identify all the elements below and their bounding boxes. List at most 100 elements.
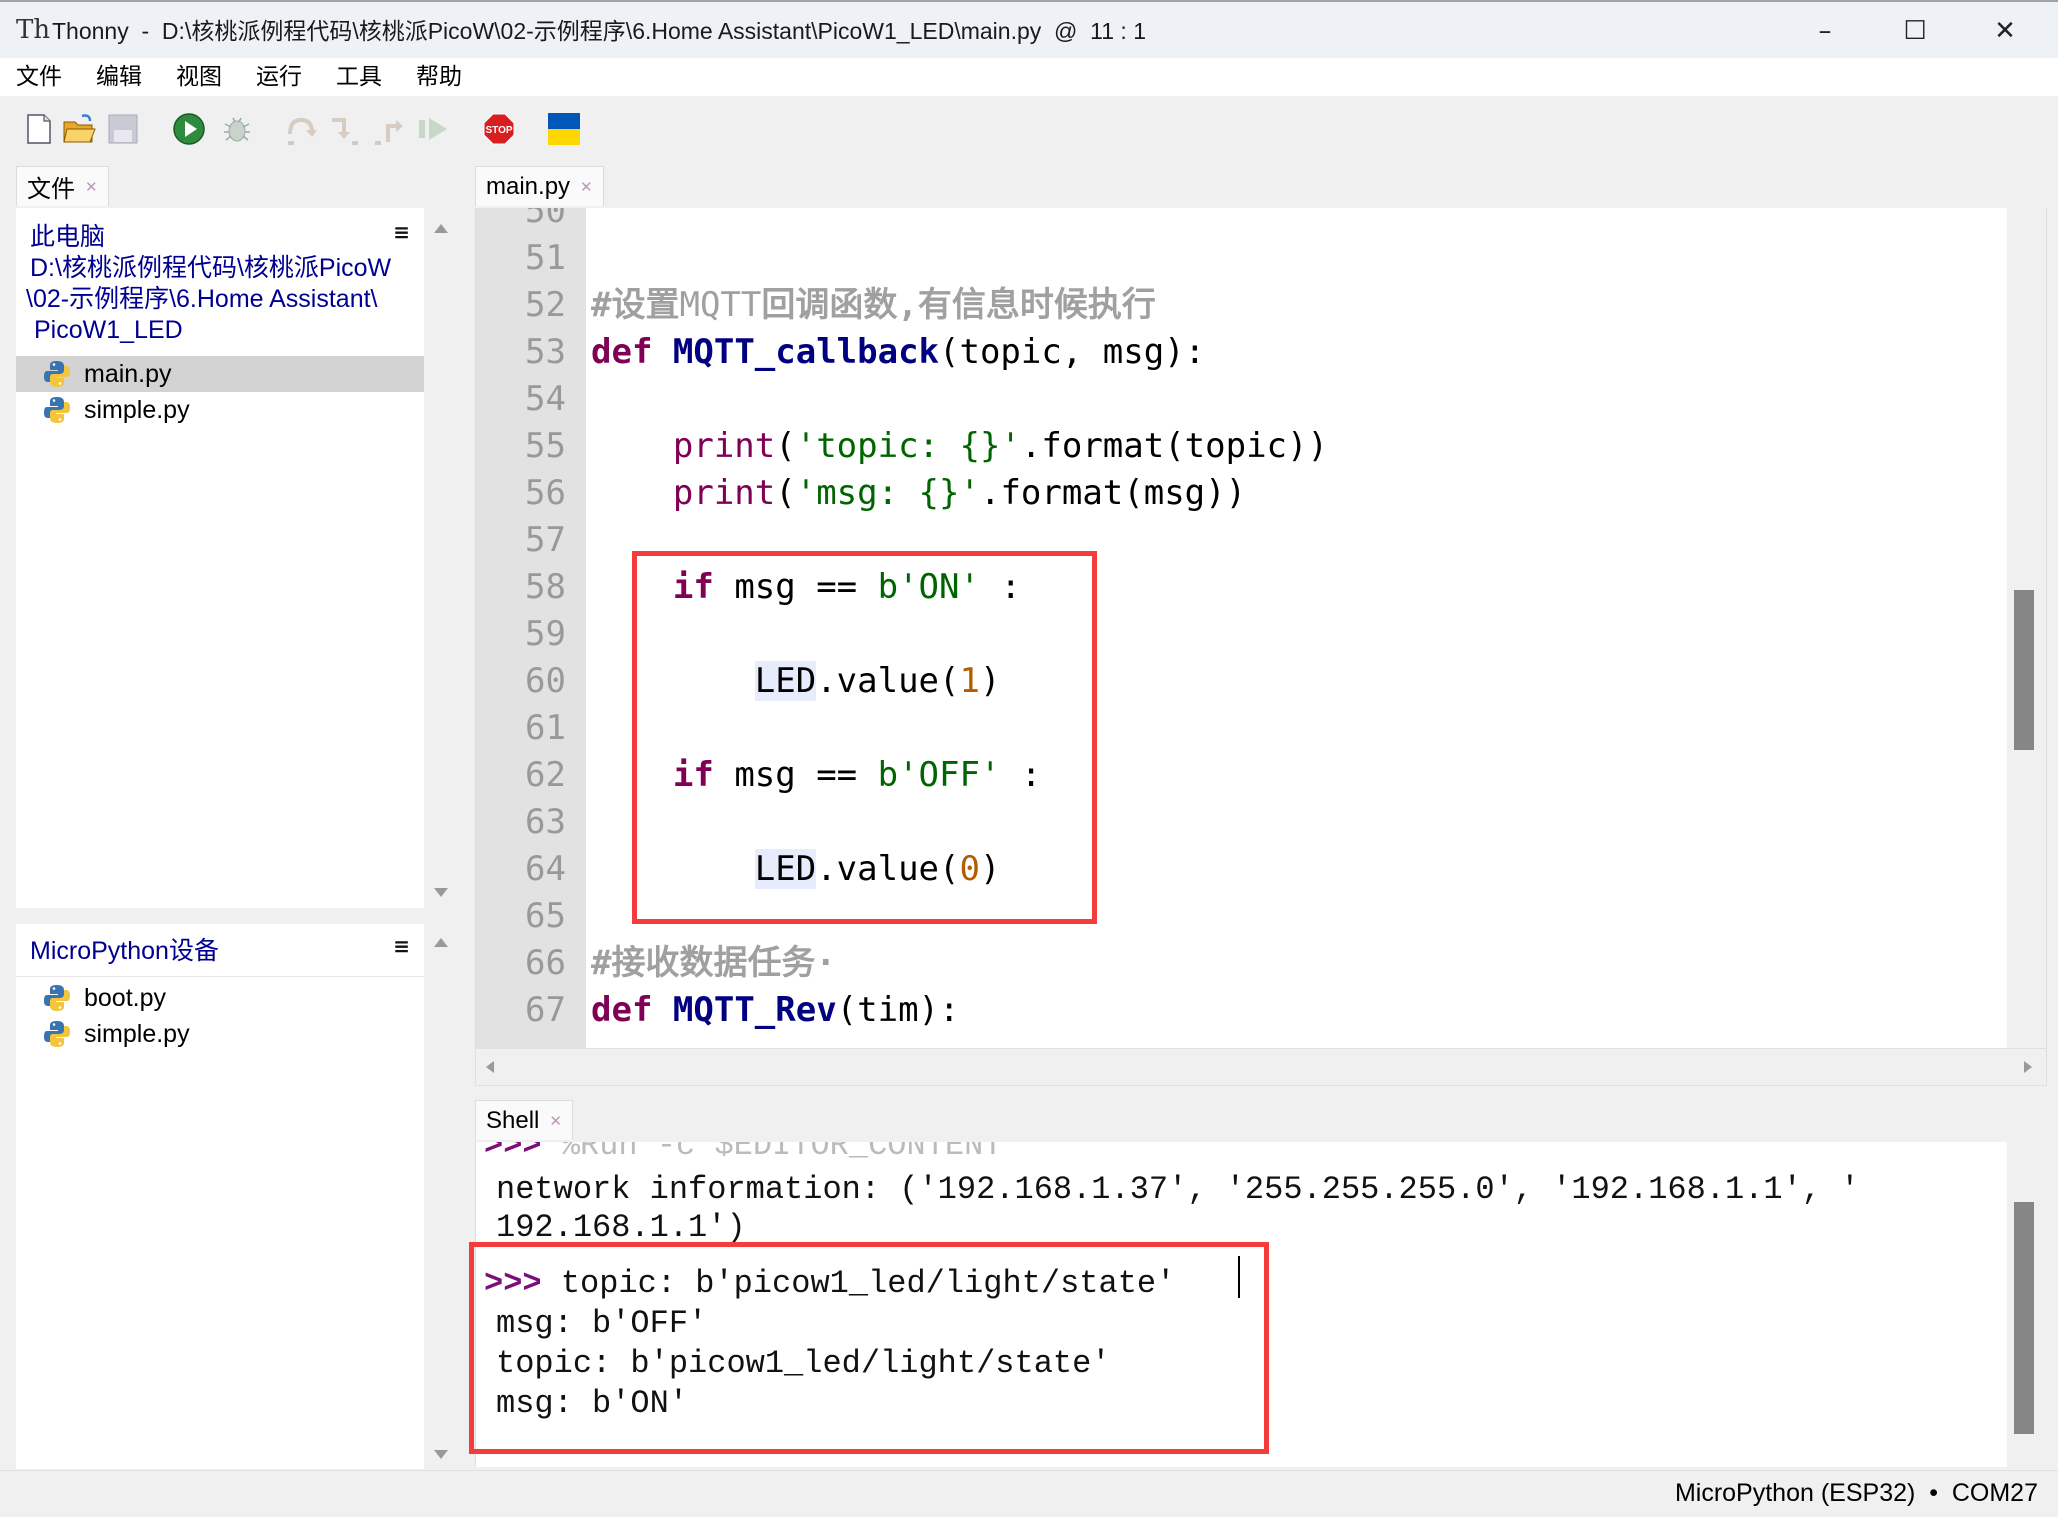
code-line: 66 #接收数据任务· xyxy=(476,940,2007,987)
shell-line: >>> %Run -c $EDITOR_CONTENT xyxy=(484,1142,1002,1166)
code-line: 56 print('msg: {}'.format(msg)) xyxy=(476,470,2007,517)
python-file-icon xyxy=(44,361,70,387)
shell-scroll-thumb[interactable] xyxy=(2014,1202,2034,1434)
interpreter-status[interactable]: MicroPython (ESP32) • COM27 xyxy=(1675,1479,2038,1508)
stop-label: STOP xyxy=(485,125,512,136)
line-number: 56 xyxy=(525,473,566,513)
comment: #接收数据任务· xyxy=(591,943,836,983)
menu-run[interactable]: 运行 xyxy=(254,58,304,96)
line-number: 64 xyxy=(525,849,566,889)
tab-shell[interactable]: Shell ✕ xyxy=(475,1100,573,1140)
ukraine-flag-icon[interactable] xyxy=(546,111,582,147)
line-number: 59 xyxy=(525,614,566,654)
file-name: main.py xyxy=(84,359,172,388)
title-bar: Th Thonny - D:\核桃派例程代码\核桃派PicoW\02-示例程序\… xyxy=(0,0,2058,58)
editor-horizontal-scrollbar[interactable] xyxy=(475,1048,2047,1086)
tab-files[interactable]: 文件 ✕ xyxy=(16,166,109,206)
scroll-down-icon[interactable] xyxy=(434,1450,448,1459)
device-file-boot-py[interactable]: boot.py xyxy=(16,980,424,1016)
python-file-icon xyxy=(44,397,70,423)
code-line: 55 print('topic: {}'.format(topic)) xyxy=(476,423,2007,470)
code-text: .format(msg)) xyxy=(979,473,1247,513)
comment: 回调函数,有信息时候执行 xyxy=(761,285,1156,325)
line-number: 63 xyxy=(525,802,566,842)
code-line: 50 xyxy=(476,208,2007,235)
maximize-button[interactable]: ☐ xyxy=(1870,8,1960,54)
files-scrollbar[interactable] xyxy=(426,208,456,908)
line-number: 50 xyxy=(525,208,566,231)
keyword: def xyxy=(591,332,653,372)
debug-icon[interactable] xyxy=(220,112,254,146)
shell-prompt: >>> xyxy=(484,1142,542,1164)
line-number: 65 xyxy=(525,896,566,936)
code-text: (topic, msg): xyxy=(939,332,1206,372)
function-name: MQTT_callback xyxy=(672,332,940,372)
scroll-right-icon[interactable] xyxy=(2024,1061,2032,1073)
minimize-button[interactable]: – xyxy=(1780,8,1870,54)
tab-main-py[interactable]: main.py ✕ xyxy=(475,166,604,206)
menu-tools[interactable]: 工具 xyxy=(334,58,384,96)
divider xyxy=(16,976,424,977)
scroll-up-icon[interactable] xyxy=(434,224,448,233)
file-name: simple.py xyxy=(84,395,190,424)
window-title: Thonny - D:\核桃派例程代码\核桃派PicoW\02-示例程序\6.H… xyxy=(52,18,1146,44)
tab-shell-label: Shell xyxy=(486,1106,540,1134)
device-file-simple-py[interactable]: simple.py xyxy=(16,1016,424,1052)
menu-icon[interactable]: ≡ xyxy=(393,934,410,958)
builtin: print xyxy=(672,473,776,513)
string: 'msg: {}' xyxy=(795,473,980,513)
scroll-left-icon[interactable] xyxy=(486,1061,494,1073)
file-name: simple.py xyxy=(84,1019,190,1048)
menu-bar: 文件 编辑 视图 运行 工具 帮助 xyxy=(0,58,2058,96)
annotation-highlight-box xyxy=(632,551,1097,924)
stop-icon[interactable]: STOP xyxy=(482,112,516,146)
open-folder-icon[interactable] xyxy=(62,112,96,146)
scroll-up-icon[interactable] xyxy=(434,938,448,947)
menu-edit[interactable]: 编辑 xyxy=(94,58,144,96)
step-into-icon[interactable] xyxy=(328,112,362,146)
line-number: 53 xyxy=(525,332,566,372)
line-number: 60 xyxy=(525,661,566,701)
tab-main-py-label: main.py xyxy=(486,172,571,200)
shell-line: network information: ('192.168.1.37', '2… xyxy=(496,1171,1860,1208)
step-over-icon[interactable] xyxy=(284,112,318,146)
close-button[interactable]: ✕ xyxy=(1960,8,2050,54)
save-icon[interactable] xyxy=(106,112,140,146)
line-number: 61 xyxy=(525,708,566,748)
device-heading[interactable]: MicroPython设备 xyxy=(30,936,219,967)
file-name: boot.py xyxy=(84,983,167,1012)
path-line[interactable]: \02-示例程序\6.Home Assistant\ xyxy=(26,284,378,315)
toolbar: STOP xyxy=(0,96,2058,164)
code-text: .format(topic)) xyxy=(1020,426,1328,466)
string: 'topic: {}' xyxy=(795,426,1021,466)
scroll-down-icon[interactable] xyxy=(434,888,448,897)
menu-view[interactable]: 视图 xyxy=(174,58,224,96)
resume-icon[interactable] xyxy=(416,112,450,146)
code-line: 53 def MQTT_callback(topic, msg): xyxy=(476,329,2007,376)
run-icon[interactable] xyxy=(172,112,206,146)
close-tab-icon[interactable]: ✕ xyxy=(85,178,98,196)
device-scrollbar[interactable] xyxy=(426,924,456,1469)
close-tab-icon[interactable]: ✕ xyxy=(549,1112,562,1130)
path-line[interactable]: PicoW1_LED xyxy=(34,315,183,346)
editor-scroll-thumb[interactable] xyxy=(2014,590,2034,750)
line-number: 52 xyxy=(525,285,566,325)
keyword: def xyxy=(591,990,653,1030)
code-line: 51 xyxy=(476,235,2007,282)
menu-icon[interactable]: ≡ xyxy=(393,220,410,244)
shell-command: %Run -c $EDITOR_CONTENT xyxy=(541,1142,1003,1164)
new-file-icon[interactable] xyxy=(22,112,56,146)
menu-help[interactable]: 帮助 xyxy=(414,58,464,96)
file-item-main-py[interactable]: main.py xyxy=(16,356,424,392)
file-browser-panel: 此电脑 ≡ D:\核桃派例程代码\核桃派PicoW \02-示例程序\6.Hom… xyxy=(16,208,424,908)
micropython-device-panel: MicroPython设备 ≡ boot.py simple.py xyxy=(16,924,424,1469)
menu-file[interactable]: 文件 xyxy=(14,58,64,96)
python-file-icon xyxy=(44,985,70,1011)
file-item-simple-py[interactable]: simple.py xyxy=(16,392,424,428)
code-text: (tim): xyxy=(836,990,960,1030)
close-tab-icon[interactable]: ✕ xyxy=(580,178,593,196)
path-line[interactable]: D:\核桃派例程代码\核桃派PicoW xyxy=(30,253,391,284)
this-pc-heading[interactable]: 此电脑 xyxy=(30,222,105,253)
step-out-icon[interactable] xyxy=(372,112,406,146)
code-line: 54 xyxy=(476,376,2007,423)
